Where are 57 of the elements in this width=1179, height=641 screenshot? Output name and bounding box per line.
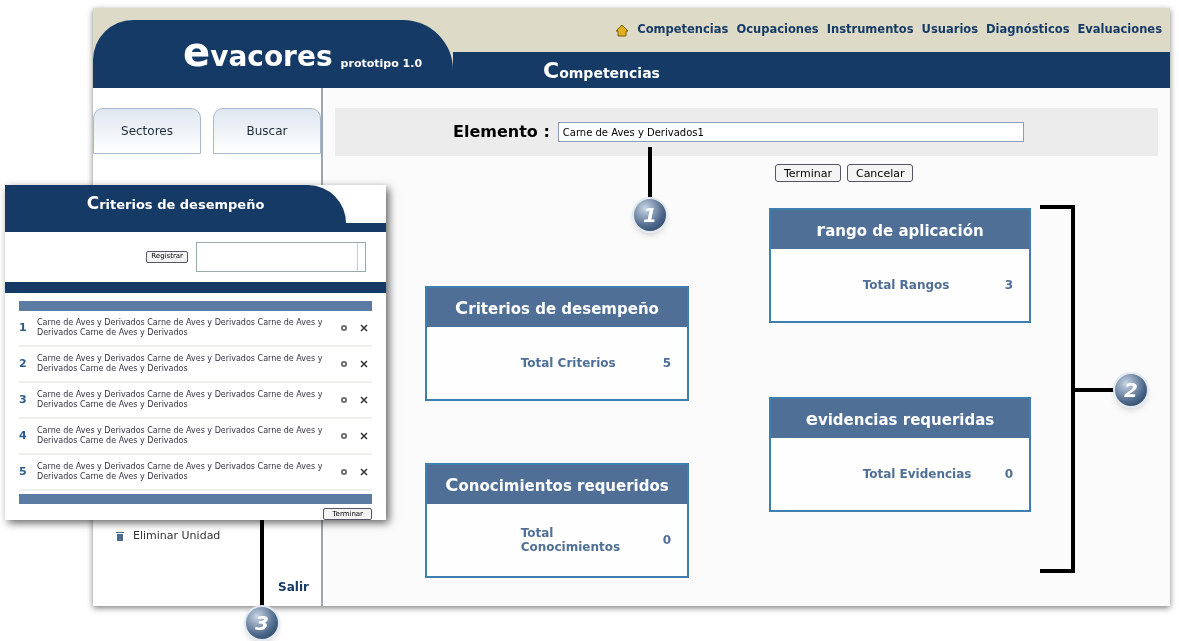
nav-link[interactable]: Diagnósticos xyxy=(986,21,1070,39)
close-icon[interactable] xyxy=(360,468,368,476)
nav-link[interactable]: Instrumentos xyxy=(826,21,914,39)
row-text: Carne de Aves y Derivados Carne de Aves y Derivados Carne de Aves y Derivados Carne de Aves y Derivados xyxy=(37,318,324,338)
row-number: 1 xyxy=(19,319,28,336)
panel-title: Criterios de desempeño xyxy=(427,288,687,327)
close-icon[interactable] xyxy=(360,432,368,440)
panel-title: evidencias requeridas xyxy=(771,399,1029,438)
total-value: 3 xyxy=(1004,277,1013,294)
criterion-row[interactable]: 2 Carne de Aves y Derivados Carne de Aves y Derivados Carne de Aves y Derivados Carne de Aves y Derivados xyxy=(19,347,372,383)
close-icon[interactable] xyxy=(360,396,368,404)
total-label: Total Conocimientos xyxy=(520,526,622,554)
gear-icon[interactable] xyxy=(340,432,348,440)
nav-link[interactable]: Evaluaciones xyxy=(1077,21,1162,39)
total-label: Total Evidencias xyxy=(862,467,973,481)
criterion-row[interactable]: 3 Carne de Aves y Derivados Carne de Aves y Derivados Carne de Aves y Derivados Carne de Aves y Derivados xyxy=(19,383,372,419)
element-label: Elemento : xyxy=(453,121,550,143)
panel-title: Conocimientos requeridos xyxy=(427,465,687,504)
nav-link[interactable]: Ocupaciones xyxy=(736,21,819,39)
row-number: 5 xyxy=(19,463,28,480)
total-label: Total Rangos xyxy=(862,278,951,292)
form-button[interactable]: Terminar xyxy=(775,164,841,182)
criterion-row[interactable]: 1 Carne de Aves y Derivados Carne de Aves y Derivados Carne de Aves y Derivados Carne de Aves y Derivados xyxy=(19,311,372,347)
row-text: Carne de Aves y Derivados Carne de Aves y Derivados Carne de Aves y Derivados Carne de Aves y Derivados xyxy=(37,390,324,410)
close-icon[interactable] xyxy=(360,324,368,332)
total-value: 0 xyxy=(662,532,671,549)
trash-icon[interactable] xyxy=(115,529,125,542)
element-field[interactable]: Carne de Aves y Derivados1 xyxy=(557,122,1024,142)
gear-icon[interactable] xyxy=(340,468,348,476)
row-number: 4 xyxy=(19,427,28,444)
criterion-row[interactable]: 5 Carne de Aves y Derivados Carne de Aves y Derivados Carne de Aves y Derivados Carne de Aves y Derivados xyxy=(19,455,372,491)
sidebar-link[interactable]: Eliminar Unidad xyxy=(133,527,221,544)
nav-link[interactable]: Usuarios xyxy=(921,21,979,39)
sidebar-tab[interactable]: Buscar xyxy=(213,108,321,154)
row-number: 2 xyxy=(19,355,28,372)
row-text: Carne de Aves y Derivados Carne de Aves y Derivados Carne de Aves y Derivados Carne de Aves y Derivados xyxy=(37,354,324,374)
total-value: 5 xyxy=(662,355,671,372)
total-value: 0 xyxy=(1004,466,1013,483)
row-number: 3 xyxy=(19,391,28,408)
nav-link[interactable]: Competencias xyxy=(637,21,729,39)
sidebar-tab[interactable]: Sectores xyxy=(93,108,201,154)
gear-icon[interactable] xyxy=(340,396,348,404)
popup-title: Criterios de desempeño xyxy=(86,192,265,216)
form-button[interactable]: Cancelar xyxy=(846,164,914,182)
exit-link[interactable]: Salir xyxy=(278,578,309,596)
gear-icon[interactable] xyxy=(340,360,348,368)
callout-marker: 3 xyxy=(244,605,280,641)
gear-icon[interactable] xyxy=(340,324,348,332)
criterion-row[interactable]: 4 Carne de Aves y Derivados Carne de Aves y Derivados Carne de Aves y Derivados Carne de Aves y Derivados xyxy=(19,419,372,455)
version-label: prototipo 1.0 xyxy=(340,55,423,72)
row-text: Carne de Aves y Derivados Carne de Aves y Derivados Carne de Aves y Derivados Carne de Aves y Derivados xyxy=(37,462,324,482)
section-title: Competencias xyxy=(543,56,660,85)
close-icon[interactable] xyxy=(360,360,368,368)
row-text: Carne de Aves y Derivados Carne de Aves y Derivados Carne de Aves y Derivados Carne de Aves y Derivados xyxy=(37,426,324,446)
logo: evacores xyxy=(183,32,333,72)
panel-title: rango de aplicación xyxy=(771,210,1029,249)
total-label: Total Criterios xyxy=(520,356,617,370)
